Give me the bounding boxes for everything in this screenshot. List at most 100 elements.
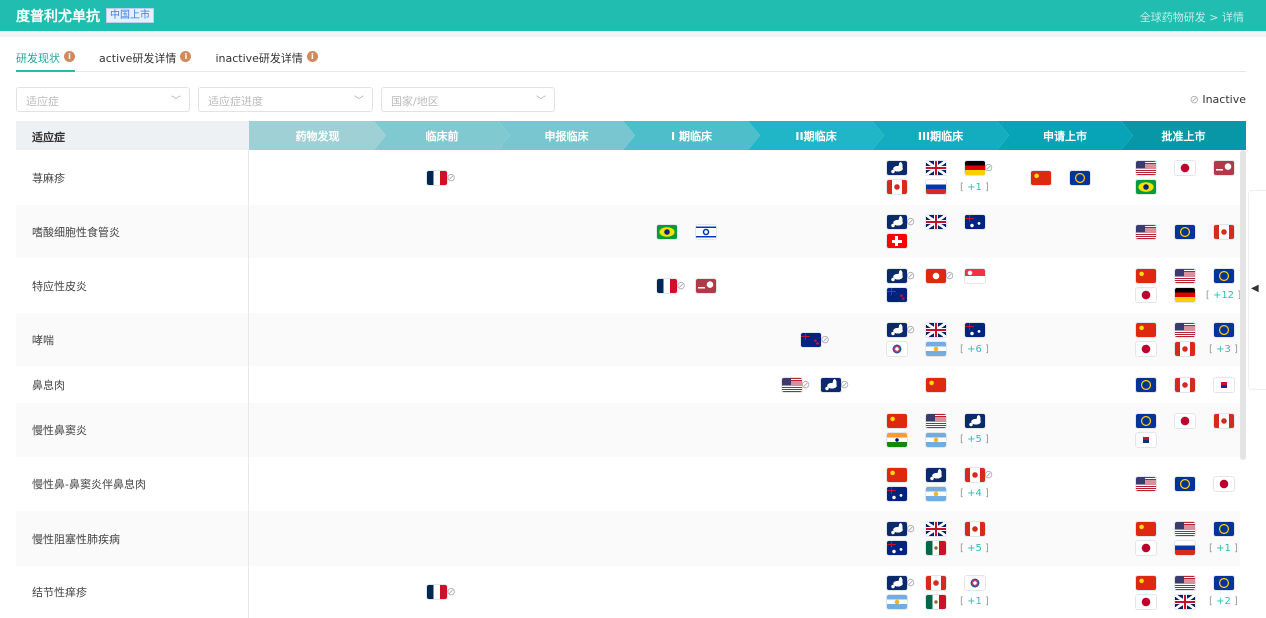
argentina-flag-icon[interactable] [886,594,907,609]
country-entry[interactable] [916,594,955,609]
europe-region-flag-icon[interactable] [925,467,946,482]
india-flag-icon[interactable] [886,432,907,447]
brazil-flag-icon[interactable] [1135,180,1156,194]
country-entry[interactable] [877,288,916,302]
country-entry[interactable] [648,224,687,239]
indication-name[interactable]: 哮喘 [16,313,249,366]
european-union-flag-icon[interactable] [1174,224,1195,239]
more-countries-link[interactable]: [ +1 ] [955,180,994,194]
scrollbar[interactable] [1240,150,1246,460]
country-entry[interactable] [1204,575,1243,590]
country-entry[interactable] [1165,594,1204,609]
uk-flag-icon[interactable] [1174,594,1195,609]
canada-flag-icon[interactable] [1213,224,1234,239]
country-entry[interactable]: ⊘ [955,467,994,482]
indication-name[interactable]: 特应性皮炎 [16,258,249,313]
country-entry[interactable] [916,413,955,428]
country-entry[interactable] [877,161,916,175]
country-entry[interactable] [1126,432,1165,447]
canada-flag-icon[interactable] [1174,342,1195,356]
canada-flag-icon[interactable] [964,522,985,536]
usa-flag-icon[interactable] [1135,224,1156,239]
info-icon[interactable]: i [64,51,75,62]
country-entry[interactable]: ⊘ [916,269,955,283]
mexico-flag-icon[interactable] [925,594,946,609]
more-countries-link[interactable]: [ +1 ] [955,595,994,609]
uk-flag-icon[interactable] [925,161,946,175]
country-entry[interactable] [1126,180,1165,194]
country-entry[interactable] [916,215,955,229]
usa-flag-icon[interactable] [781,377,802,392]
europe-region-flag-icon[interactable] [820,377,841,392]
country-entry[interactable] [916,342,955,356]
china-flag-icon[interactable] [925,377,946,392]
country-entry[interactable] [955,323,994,337]
australia-flag-icon[interactable] [886,541,907,555]
china-flag-icon[interactable] [1135,575,1156,590]
country-entry[interactable] [877,467,916,482]
country-entry[interactable] [1126,323,1165,337]
australia-flag-icon[interactable] [964,323,985,337]
european-union-flag-icon[interactable] [1213,522,1234,536]
country-entry[interactable] [1165,224,1204,239]
country-entry[interactable]: ⊘ [877,522,916,536]
european-union-flag-icon[interactable] [1135,413,1156,428]
uk-flag-icon[interactable] [925,522,946,536]
germany-flag-icon[interactable] [964,161,985,175]
info-icon[interactable]: i [180,51,192,62]
indication-name[interactable]: 鼻息肉 [16,366,249,403]
japan-flag-icon[interactable] [1213,477,1234,491]
australia-flag-icon[interactable] [964,215,985,229]
country-entry[interactable] [1204,323,1243,337]
china-flag-icon[interactable] [886,413,907,428]
country-entry[interactable] [1204,522,1243,536]
country-entry[interactable] [877,486,916,501]
country-entry[interactable]: ⊘ [811,377,850,392]
usa-flag-icon[interactable] [925,413,946,428]
country-entry[interactable] [955,522,994,536]
more-countries-link[interactable]: [ +5 ] [955,433,994,447]
country-entry[interactable] [1204,161,1243,175]
country-entry[interactable] [1126,377,1165,392]
country-entry[interactable] [1165,269,1204,283]
indication-name[interactable]: 嗜酸细胞性食管炎 [16,205,249,258]
country-entry[interactable] [955,215,994,229]
more-countries-link[interactable]: [ +1 ] [1204,541,1243,555]
usa-flag-icon[interactable] [1135,477,1156,491]
country-entry[interactable] [916,377,955,392]
israel-flag-icon[interactable] [696,224,716,239]
more-countries-link[interactable]: [ +6 ] [955,342,994,356]
country-entry[interactable] [1126,541,1165,555]
europe-region-flag-icon[interactable] [886,161,907,175]
country-entry[interactable] [1165,477,1204,491]
country-entry[interactable] [1165,342,1204,356]
japan-flag-icon[interactable] [1135,288,1156,302]
country-entry[interactable] [877,234,916,248]
country-entry[interactable] [1165,413,1204,428]
indication-select[interactable]: 适应症 ﹀ [16,87,190,112]
new-zealand-flag-icon[interactable] [886,288,907,302]
japan-flag-icon[interactable] [1135,541,1156,555]
european-union-flag-icon[interactable] [1213,575,1234,590]
country-entry[interactable] [916,522,955,536]
europe-region-flag-icon[interactable] [886,215,907,229]
france-flag-icon[interactable] [657,278,677,293]
country-entry[interactable] [1204,377,1243,392]
france-flag-icon[interactable] [427,585,447,599]
country-entry[interactable] [1126,594,1165,609]
tab-status[interactable]: 研发现状 i [16,50,75,72]
european-union-flag-icon[interactable] [1135,377,1156,392]
more-countries-link[interactable]: [ +2 ] [1204,595,1243,609]
country-entry[interactable] [1204,269,1243,283]
europe-region-flag-icon[interactable] [886,269,907,283]
country-entry[interactable] [687,278,726,293]
europe-region-flag-icon[interactable] [886,323,907,337]
country-entry[interactable] [1165,575,1204,590]
country-entry[interactable] [1126,269,1165,283]
argentina-flag-icon[interactable] [925,486,946,501]
uk-flag-icon[interactable] [925,323,946,337]
info-icon[interactable]: i [306,51,318,62]
usa-flag-icon[interactable] [1174,323,1195,337]
other-region-flag-icon[interactable] [696,278,716,293]
more-countries-link[interactable]: [ +12 ] [1204,288,1243,302]
